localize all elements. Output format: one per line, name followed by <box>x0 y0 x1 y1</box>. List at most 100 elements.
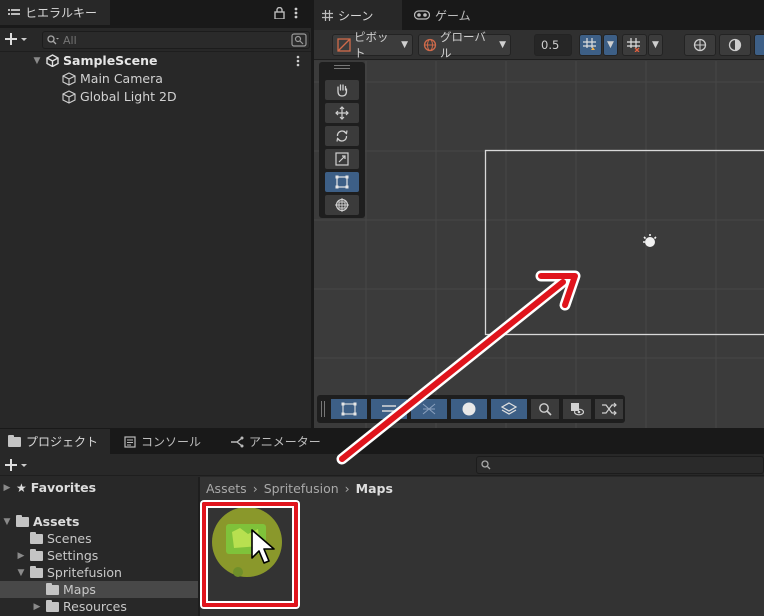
project-search[interactable] <box>476 456 764 474</box>
breadcrumb-item-current[interactable]: Maps <box>356 481 393 496</box>
move-tool-button[interactable] <box>325 103 359 123</box>
rotate-tool-button[interactable] <box>325 126 359 146</box>
shuffle-button[interactable] <box>595 399 623 419</box>
grid-snap-toggle[interactable] <box>579 34 602 56</box>
scene-tools-overlay <box>319 62 365 218</box>
bottom-tools-overlay <box>317 395 625 423</box>
hierarchy-item-main-camera[interactable]: Main Camera <box>62 70 163 87</box>
scene-row[interactable]: ▼ SampleScene <box>32 52 311 69</box>
tab-project[interactable]: プロジェクト <box>0 429 110 454</box>
expand-triangle-icon[interactable]: ▶ <box>2 483 12 493</box>
hand-tool-button[interactable] <box>325 80 359 100</box>
tab-project-label: プロジェクト <box>26 435 99 449</box>
scale-icon <box>335 152 349 166</box>
tab-console[interactable]: コンソール <box>116 429 216 454</box>
scene-toolbar: ピボット ▼ グローバル ▼ 0.5 ▼ ▼ <box>314 30 764 60</box>
tree-item-settings[interactable]: ▶ Settings <box>16 547 99 564</box>
lock-icon[interactable] <box>274 7 285 19</box>
chevron-down-icon: ▼ <box>401 40 408 50</box>
create-asset-button[interactable] <box>4 457 28 473</box>
search-icon <box>538 402 552 416</box>
orientation-button[interactable] <box>684 34 716 56</box>
hierarchy-search-input[interactable] <box>63 33 291 47</box>
drag-handle-icon[interactable] <box>334 65 350 69</box>
scene-tabbar: シーン ゲーム <box>314 0 764 30</box>
search-icon <box>481 460 491 470</box>
drag-handle-icon[interactable] <box>321 401 325 417</box>
tree-item-maps[interactable]: Maps <box>0 581 198 598</box>
tilemap-brush-icon <box>381 402 397 416</box>
rect-select-icon <box>341 402 357 416</box>
unity-scene-icon <box>46 54 59 67</box>
tab-scene[interactable]: シーン <box>314 0 402 30</box>
tree-item-label: Maps <box>63 582 96 597</box>
pivot-dropdown[interactable]: ピボット ▼ <box>332 30 413 60</box>
breadcrumb-item[interactable]: Assets <box>206 481 247 496</box>
light-gizmo-icon[interactable] <box>641 232 659 250</box>
rect-tool-icon <box>335 175 349 189</box>
hierarchy-search[interactable] <box>42 31 310 49</box>
circle-tool-button[interactable] <box>451 399 487 419</box>
scene-menu-icon[interactable] <box>296 55 300 67</box>
project-toolbar <box>0 454 764 476</box>
transform-tool-button[interactable] <box>325 195 359 215</box>
tree-item-scenes[interactable]: Scenes <box>30 530 92 547</box>
layers-button[interactable] <box>491 399 527 419</box>
pivot-label: ピボット <box>354 30 389 60</box>
gameobject-cube-icon <box>62 89 76 104</box>
transform-icon <box>335 198 349 212</box>
project-tabbar: プロジェクト コンソール アニメーター <box>0 429 764 454</box>
expand-triangle-icon[interactable]: ▼ <box>32 56 42 66</box>
chevron-right-icon: › <box>344 480 350 496</box>
list-icon <box>8 8 20 18</box>
scene-viewport[interactable] <box>314 61 764 428</box>
expand-triangle-icon[interactable]: ▶ <box>32 602 42 612</box>
kebab-menu-icon[interactable] <box>294 7 298 19</box>
increment-snap-icon <box>627 38 642 52</box>
tab-animator[interactable]: アニメーター <box>222 429 332 454</box>
tree-item-assets[interactable]: ▼ Assets <box>2 513 80 530</box>
breadcrumb-item[interactable]: Spritefusion <box>264 481 339 496</box>
snap-value-field[interactable]: 0.5 <box>534 34 572 56</box>
shaded-sphere-icon <box>728 38 742 52</box>
increment-snap-toggle[interactable] <box>622 34 647 56</box>
eye-icon <box>570 402 584 416</box>
tab-game[interactable]: ゲーム <box>406 0 486 30</box>
grid-snap-icon <box>583 38 598 52</box>
favorites-row[interactable]: ▶ ★ Favorites <box>2 479 97 496</box>
tab-hierarchy-label: ヒエラルキー <box>25 6 98 20</box>
tile-grid-icon <box>421 402 437 416</box>
grid-snap-dropdown[interactable]: ▼ <box>603 34 618 56</box>
camera-frame[interactable] <box>484 149 764 336</box>
expand-triangle-icon[interactable]: ▼ <box>2 517 12 527</box>
rect-tool-button[interactable] <box>325 172 359 192</box>
add-object-button[interactable] <box>4 31 28 47</box>
hierarchy-tabbar: ヒエラルキー <box>0 0 311 28</box>
increment-snap-dropdown[interactable]: ▼ <box>648 34 663 56</box>
circle-icon <box>461 401 477 417</box>
tree-item-resources[interactable]: ▶ Resources <box>32 598 127 615</box>
hierarchy-item-global-light[interactable]: Global Light 2D <box>62 88 177 105</box>
expand-triangle-icon[interactable]: ▶ <box>16 551 26 561</box>
tab-console-label: コンソール <box>141 435 202 449</box>
shading-mode-button[interactable] <box>719 34 751 56</box>
tilemap-brush-button[interactable] <box>371 399 407 419</box>
rect-select-button[interactable] <box>331 399 367 419</box>
search-options-icon[interactable] <box>291 33 307 47</box>
visibility-button[interactable] <box>563 399 591 419</box>
globe-icon <box>423 38 437 52</box>
expand-triangle-icon[interactable]: ▼ <box>16 568 26 578</box>
globe-lines-icon <box>693 38 707 52</box>
tree-item-label: Settings <box>47 548 99 563</box>
scale-tool-button[interactable] <box>325 149 359 169</box>
scene-search-button[interactable] <box>531 399 559 419</box>
folder-icon <box>46 599 59 612</box>
2d-mode-toggle[interactable] <box>754 34 764 56</box>
global-dropdown[interactable]: グローバル ▼ <box>418 30 511 60</box>
scene-name: SampleScene <box>63 53 158 68</box>
tree-item-spritefusion[interactable]: ▼ Spritefusion <box>16 564 122 581</box>
tile-grid-button[interactable] <box>411 399 447 419</box>
hierarchy-toolbar <box>0 28 311 52</box>
tab-hierarchy[interactable]: ヒエラルキー <box>0 0 110 25</box>
chevron-down-icon: ▼ <box>652 40 659 50</box>
